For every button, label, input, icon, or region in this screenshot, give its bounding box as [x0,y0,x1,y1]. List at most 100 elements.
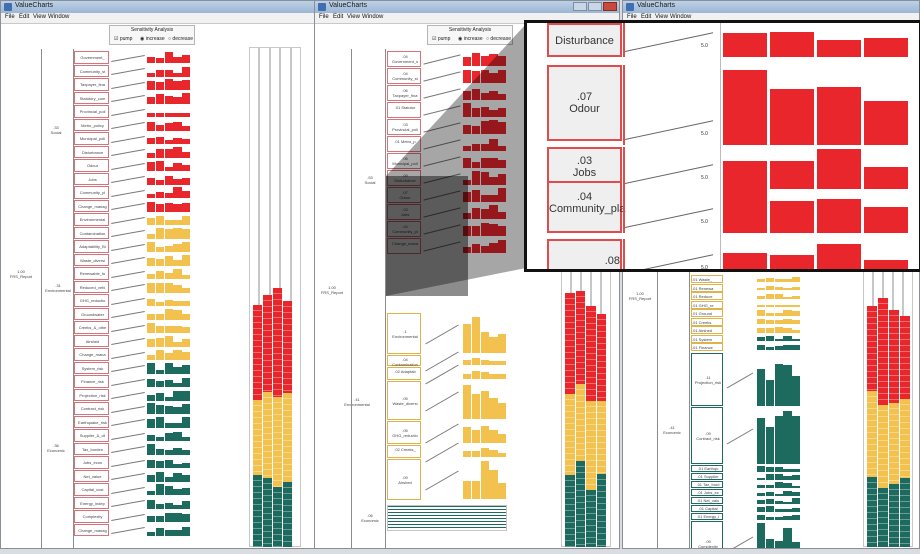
attribute-cell[interactable]: .03 Jobs [387,204,421,220]
attribute-cell[interactable]: Earthquake_risk [74,415,109,428]
attribute-cell[interactable]: .01 GHG_re [691,300,723,309]
attribute-cell[interactable]: Provincial_poli [74,105,109,118]
attribute-cell[interactable]: .02 Adaptab [387,367,421,380]
menu-window[interactable]: Window [362,14,383,20]
attribute-cell[interactable]: Municipal_poli [74,132,109,145]
attribute-cell[interactable]: Contamination [74,226,109,239]
title-bar-right[interactable]: ValueCharts [623,1,919,13]
attribute-cell[interactable]: Change_mana [387,238,421,254]
menu-view[interactable]: View [347,14,360,20]
attribute-cell[interactable]: Odour [74,159,109,172]
attribute-cell[interactable]: .1 Environmental [387,313,421,354]
attribute-cell[interactable]: Net_value [74,469,109,482]
attribute-cell[interactable]: .01 Energy_i [691,513,723,520]
attribute-cell[interactable]: .01 Earthqu [691,465,723,472]
attribute-cell[interactable]: Waste_diversi [74,253,109,266]
close-button[interactable] [603,2,617,11]
attribute-cell[interactable]: .07 Odour [387,187,421,203]
attribute-cell[interactable]: .01 Ground [691,309,723,317]
attribute-cell[interactable]: .01 Metro_p [387,136,421,152]
pump-checkbox[interactable]: ☑ pump [114,36,132,42]
attribute-cell[interactable]: Change_mana [74,348,109,361]
menu-edit[interactable]: Edit [333,14,343,20]
attribute-cell[interactable]: .04 Contamination [387,355,421,367]
title-bar-middle[interactable]: ValueCharts [315,1,619,13]
attribute-cell[interactable]: Contract_risk [74,402,109,415]
attribute-cell[interactable]: Environmental [74,213,109,226]
attribute-cell[interactable]: .01 Supplier [691,473,723,480]
attribute-cell[interactable]: .04 Government_s [387,51,421,67]
attribute-cell[interactable]: Change_manag [74,199,109,212]
attribute-cell[interactable]: Finance_risk [74,375,109,388]
menu-view[interactable]: View [33,14,46,20]
decrease-radio[interactable]: ○ decrease [168,36,193,42]
attribute-cell[interactable]: Taxpayer_fina [74,78,109,91]
attribute-cell[interactable]: Creeks_&_othe [74,321,109,334]
attribute-cell[interactable]: .01 System [691,334,723,343]
zoom-attr-community[interactable]: .04 Community_pla [547,181,625,233]
attribute-cell[interactable]: .01 Reduce [691,292,723,300]
attribute-cell[interactable]: Tax_burden [74,442,109,455]
menu-edit[interactable]: Edit [19,14,29,20]
attribute-cell[interactable]: Government_ [74,51,109,64]
attribute-cell[interactable]: Jobs [74,172,109,185]
decrease-radio[interactable]: ○ decrease [486,36,511,42]
attribute-cell[interactable]: Metro_policy [74,118,109,131]
zoom-attr-odour[interactable]: .07 Odour [547,65,622,141]
attribute-cell[interactable]: Reduced_vehi [74,280,109,293]
attribute-cell[interactable]: Renewable_fu [74,267,109,280]
attribute-cell[interactable]: .09 Contract_risk [691,407,723,464]
attribute-bar [792,416,801,464]
attribute-bar [164,379,173,388]
attribute-cell[interactable]: .01 Finance [691,343,723,351]
attribute-cell[interactable]: Complexity [74,510,109,523]
attribute-cell[interactable]: .02 Creeks_ [387,445,421,458]
attribute-cell[interactable]: Adaptability_Bi [74,240,109,253]
attribute-cell[interactable]: .01 Statutor [387,102,421,118]
attribute-cell[interactable]: Disturbance [74,145,109,158]
attribute-cell[interactable]: .09 Disturbance [387,170,421,186]
attribute-cell[interactable]: .09 Complexity [691,521,723,548]
pump-checkbox[interactable]: ☑ pump [432,36,450,42]
attribute-cell[interactable]: Supplier_&_cli [74,429,109,442]
attribute-cell[interactable]: .04 Community_pl [387,221,421,237]
attribute-cell[interactable]: Jobs_econ [74,456,109,469]
attribute-cell[interactable]: .01 Airshed [691,326,723,334]
title-bar[interactable]: ValueCharts [1,1,315,13]
attribute-cell[interactable]: .11 Projection_risk [691,353,723,406]
increase-radio[interactable]: ◉ increase [140,36,165,42]
attribute-cell[interactable]: Community_st [74,64,109,77]
attribute-cell[interactable]: .09 Airshed [387,459,421,500]
attribute-cell[interactable]: .01 Net_valu [691,497,723,504]
attribute-cell[interactable]: GHG_reductio [74,294,109,307]
attribute-cell[interactable]: .06 Taxpayer_fina [387,85,421,101]
attribute-cell[interactable]: .04 Community_st [387,68,421,84]
attribute-cell[interactable]: System_risk [74,361,109,374]
menu-window[interactable]: Window [48,14,69,20]
attribute-cell[interactable]: .05 Waste_diversi [387,381,421,420]
maximize-button[interactable] [588,2,602,11]
attribute-cell[interactable]: Projection_risk [74,388,109,401]
minimize-button[interactable] [573,2,587,11]
attribute-cell[interactable]: Airshed [74,334,109,347]
increase-radio[interactable]: ◉ increase [458,36,483,42]
attribute-cell[interactable]: Energy_indep [74,496,109,509]
attribute-cell[interactable]: .05 Municipal_poli [387,153,421,169]
attribute-cell[interactable]: Statutory_com [74,91,109,104]
attribute-cell[interactable]: Groundwater [74,307,109,320]
attribute-cell[interactable]: .03 Provincial_poli [387,119,421,135]
attribute-cell[interactable]: .01 Renewa [691,283,723,292]
attribute-cell[interactable]: .01 Waste_ [691,275,723,283]
attribute-cell[interactable]: Capital_cost [74,483,109,496]
attribute-cell[interactable]: .01 Tax_burd [691,481,723,488]
attribute-cell[interactable]: Community_pl [74,186,109,199]
menu-file[interactable]: File [5,14,15,20]
attribute-cell[interactable]: .01 Creeks [691,317,723,326]
attribute-cell[interactable]: .05 GHG_reductio [387,421,421,444]
menu-file[interactable]: File [319,14,329,20]
attribute-cell[interactable]: Change_manag [74,523,109,536]
zoom-attr-next[interactable]: .08 [547,239,622,269]
zoom-attr-disturbance[interactable]: Disturbance [547,23,622,57]
attribute-cell[interactable]: .01 Jobs_ec [691,489,723,496]
attribute-cell[interactable]: .01 Capital [691,505,723,512]
